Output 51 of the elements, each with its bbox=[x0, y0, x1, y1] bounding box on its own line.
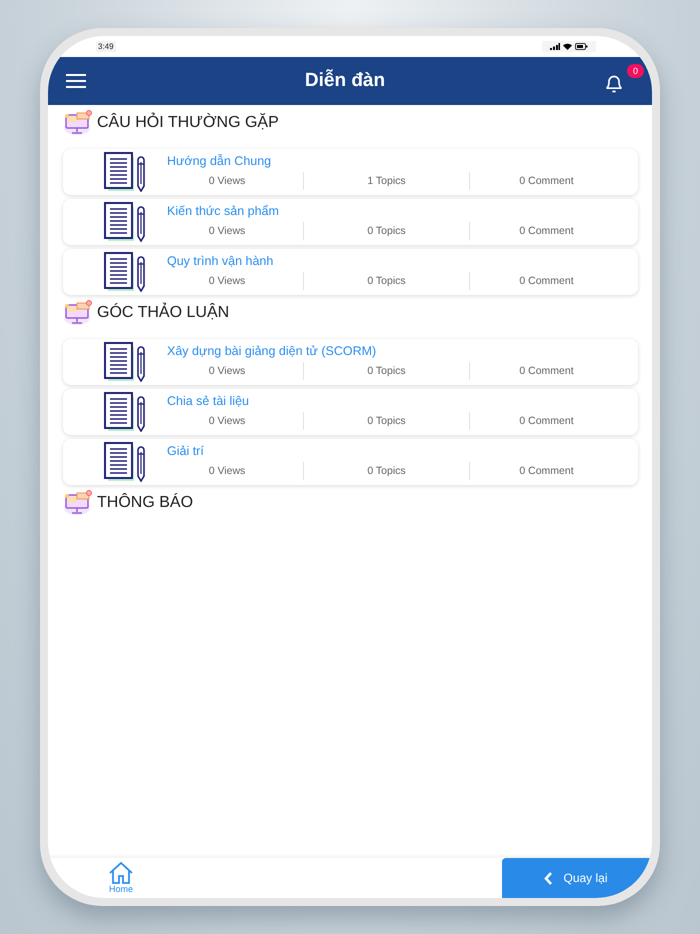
document-pencil-icon bbox=[104, 342, 148, 382]
notification-badge: 0 bbox=[626, 64, 644, 78]
comments-count: 0 Comment bbox=[469, 222, 623, 240]
header-title: Diễn đàn bbox=[304, 70, 386, 92]
home-tab[interactable]: Home bbox=[108, 858, 134, 898]
forum-card[interactable]: Chia sẻ tài liệu 0 Views 0 Topics 0 Comment bbox=[63, 389, 638, 435]
forum-card[interactable]: Giải trí 0 Views 0 Topics 0 Comment bbox=[63, 439, 638, 485]
document-pencil-icon bbox=[104, 152, 148, 192]
topics-count: 1 Topics bbox=[303, 172, 469, 190]
views-count: 0 Views bbox=[208, 414, 246, 429]
status-icons bbox=[542, 41, 596, 52]
topic-title[interactable]: Xây dựng bài giảng diện tử (SCORM) bbox=[167, 344, 638, 362]
document-pencil-icon bbox=[104, 252, 148, 292]
topics-count: 0 Topics bbox=[303, 412, 469, 430]
comments-count: 0 Comment bbox=[469, 172, 623, 190]
comments-count: 0 Comment bbox=[469, 412, 623, 430]
views-count: 0 Views bbox=[208, 274, 246, 289]
document-pencil-icon bbox=[104, 202, 148, 242]
document-pencil-icon bbox=[104, 392, 148, 432]
views-count: 0 Views bbox=[208, 464, 246, 479]
topics-count: 0 Topics bbox=[303, 362, 469, 380]
topics-count: 0 Topics bbox=[303, 272, 469, 290]
comments-count: 0 Comment bbox=[469, 362, 623, 380]
chevron-left-icon bbox=[544, 872, 554, 884]
topic-title[interactable]: Quy trình vận hành bbox=[167, 254, 638, 272]
topic-title[interactable]: Giải trí bbox=[167, 444, 638, 462]
section-title: GÓC THẢO LUẬN bbox=[97, 304, 230, 322]
views-count: 0 Views bbox=[208, 224, 246, 239]
forum-card[interactable]: Kiến thức sản phẩm 0 Views 0 Topics 0 Comment bbox=[63, 199, 638, 245]
forum-icon bbox=[63, 110, 93, 136]
section-title: CÂU HỎI THƯỜNG GẶP bbox=[97, 114, 279, 132]
forum-card[interactable]: Xây dựng bài giảng diện tử (SCORM) 0 Views 0 Topics 0 Comment bbox=[63, 339, 638, 385]
topic-title[interactable]: Kiến thức sản phẩm bbox=[167, 204, 638, 222]
forum-card[interactable]: Quy trình vận hành 0 Views 0 Topics 0 Comment bbox=[63, 249, 638, 295]
topics-count: 0 Topics bbox=[303, 222, 469, 240]
views-count: 0 Views bbox=[208, 174, 246, 189]
menu-icon[interactable] bbox=[66, 74, 86, 88]
back-button[interactable]: Quay lại bbox=[502, 858, 650, 898]
document-pencil-icon bbox=[104, 442, 148, 482]
forum-card[interactable]: Hướng dẫn Chung 0 Views 1 Topics 0 Comment bbox=[63, 149, 638, 195]
views-count: 0 Views bbox=[208, 364, 246, 379]
section-title: THÔNG BÁO bbox=[97, 494, 194, 512]
status-time: 3:49 bbox=[96, 41, 116, 52]
topic-title[interactable]: Chia sẻ tài liệu bbox=[167, 394, 638, 412]
comments-count: 0 Comment bbox=[469, 462, 623, 480]
topic-title[interactable]: Hướng dẫn Chung bbox=[167, 154, 638, 172]
topics-count: 0 Topics bbox=[303, 462, 469, 480]
forum-icon bbox=[63, 300, 93, 326]
forum-icon bbox=[63, 490, 93, 516]
comments-count: 0 Comment bbox=[469, 272, 623, 290]
bell-icon[interactable] bbox=[604, 74, 624, 94]
